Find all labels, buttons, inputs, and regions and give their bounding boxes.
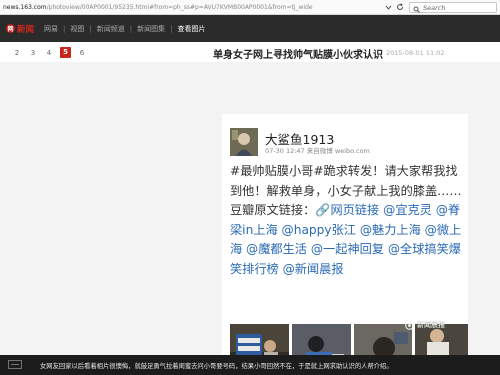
- photo-caption-bar: 女网友回家以后看着相片很懊悔，就鼓足勇气拉着闺蜜去问小哥要号码，结果小哥回然不在…: [0, 355, 500, 375]
- weibo-post-meta: 07-30 12:47 来自微博 weibo.com: [265, 147, 370, 155]
- avatar: [230, 128, 258, 156]
- browser-address-bar: news.163.com/photoview/00AP0001/95235.ht…: [0, 0, 500, 15]
- breadcrumb-item-wangyi[interactable]: 网易: [44, 24, 58, 34]
- site-logo[interactable]: 网 新闻: [6, 23, 34, 35]
- breadcrumb-item-view[interactable]: 视图: [70, 24, 84, 34]
- post-link: 网页链接: [330, 203, 380, 217]
- search-placeholder: Search: [423, 3, 446, 12]
- page-4-link[interactable]: 4: [41, 49, 57, 57]
- weibo-post-screenshot: 大鲨鱼1913 07-30 12:47 来自微博 weibo.com #最帅贴膜…: [222, 114, 468, 375]
- breadcrumb-separator: |: [89, 24, 92, 33]
- breadcrumb-separator: |: [63, 24, 66, 33]
- link-icon: 🔗: [315, 203, 331, 217]
- breadcrumb-item-view-photo: 查看图片: [177, 24, 206, 33]
- url-domain: news.163.com: [3, 3, 47, 11]
- page-5-current[interactable]: 5: [60, 47, 71, 58]
- page-6-link[interactable]: 6: [74, 49, 90, 57]
- photo-caption: 女网友回家以后看着相片很懊悔，就鼓足勇气拉着闺蜜去问小哥要号码，结果小哥回然不在…: [40, 363, 393, 370]
- newspaper-watermark: 新闻晨报: [405, 320, 445, 330]
- gallery-header: 2 3 4 5 6 单身女子网上寻找帅气贴膜小伙求认识 2015-08-01 1…: [0, 42, 500, 62]
- pagination: 2 3 4 5 6: [9, 47, 90, 58]
- url-field[interactable]: news.163.com/photoview/00AP0001/95235.ht…: [3, 2, 383, 13]
- weibo-post-text: #最帅贴膜小哥#跪求转发！请大家帮我找到他！解救单身，小女子献上我的膝盖……豆瓣…: [230, 162, 466, 279]
- breadcrumb-separator: |: [129, 24, 133, 33]
- site-nav-bar: 网 新闻 网易 | 视图 | 新闻频道 | 新闻图集 | 查看图片: [0, 15, 500, 42]
- breadcrumb: 网易 | 视图 | 新闻频道 | 新闻图集 | 查看图片: [44, 24, 205, 34]
- article-title: 单身女子网上寻找帅气贴膜小伙求认识: [213, 50, 383, 61]
- watermark-text: 新闻晨报: [417, 321, 445, 329]
- url-path: /photoview/00AP0001/95235.html#from=ph_s…: [46, 3, 313, 11]
- page-3-link[interactable]: 3: [25, 49, 41, 57]
- dropdown-arrow-icon[interactable]: [385, 4, 392, 11]
- article-date: 2015-08-01 11:02: [386, 49, 445, 57]
- main-photo[interactable]: 大鲨鱼1913 07-30 12:47 来自微博 weibo.com #最帅贴膜…: [0, 62, 500, 375]
- page-2-link[interactable]: 2: [9, 49, 25, 57]
- refresh-icon[interactable]: [396, 3, 404, 11]
- caption-number-icon: [8, 360, 22, 370]
- watermark-logo-icon: [405, 320, 414, 330]
- logo-text: 新闻: [17, 24, 35, 35]
- breadcrumb-item-news-gallery[interactable]: 新闻图集: [137, 24, 165, 34]
- breadcrumb-item-news-channel[interactable]: 新闻频道: [97, 24, 125, 34]
- breadcrumb-separator: |: [170, 24, 173, 33]
- logo-mark: 网: [6, 24, 15, 33]
- search-input[interactable]: Search: [409, 2, 497, 13]
